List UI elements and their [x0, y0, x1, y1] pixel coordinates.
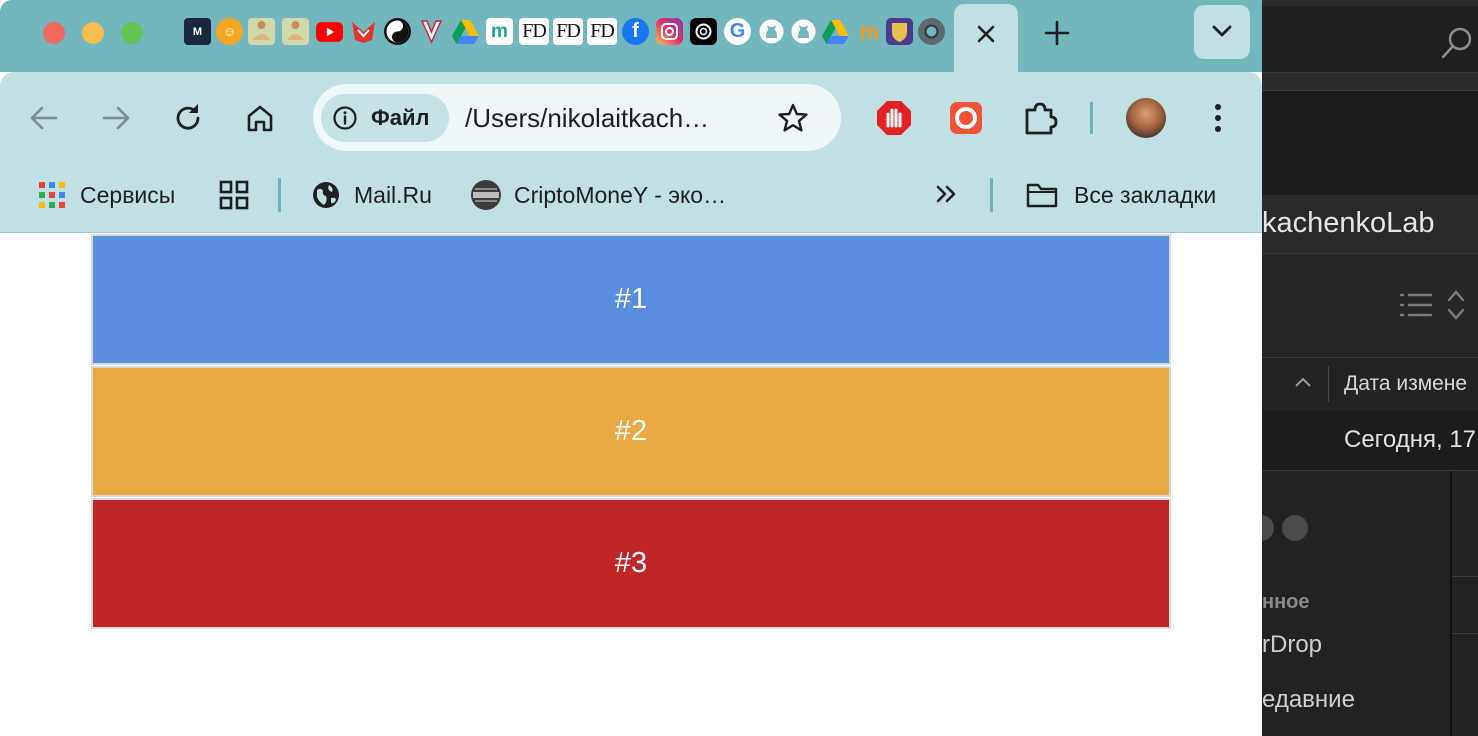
mc-icon[interactable]: m: [856, 18, 883, 45]
sidebar-item-airdrop[interactable]: rDrop: [1262, 631, 1322, 659]
openai-icon[interactable]: [690, 18, 717, 45]
extension-orange-icon[interactable]: [946, 98, 986, 138]
globe-icon: [313, 182, 339, 208]
yin-yang-icon[interactable]: [384, 18, 411, 45]
google-drive-icon[interactable]: [822, 18, 849, 45]
fd-tab-icon[interactable]: FD: [587, 18, 617, 45]
address-bar[interactable]: Файл /Users/nikolaitkach…: [313, 84, 841, 151]
all-bookmarks-label: Все закладки: [1074, 181, 1217, 208]
meditation-icon[interactable]: [248, 18, 275, 45]
file-date: Сегодня, 17: [1344, 426, 1477, 453]
bookmark-star-icon[interactable]: [777, 102, 809, 134]
plus-icon[interactable]: [1042, 18, 1072, 48]
browser-toolbar: Файл /Users/nikolaitkach…: [0, 72, 1262, 162]
window-close-button[interactable]: [43, 22, 65, 44]
bookmark-criptomoney[interactable]: CriptoMoneY - эко…: [470, 178, 726, 212]
window-minimize-button[interactable]: [82, 22, 104, 44]
row-line: [1452, 576, 1478, 577]
facebook-icon[interactable]: f: [622, 18, 649, 45]
active-tab[interactable]: [954, 4, 1018, 74]
sidebar-section-title: нное: [1262, 591, 1310, 613]
window-maximize-button[interactable]: [121, 22, 143, 44]
block-label: #2: [614, 415, 648, 447]
pane-divider[interactable]: [1450, 471, 1452, 736]
finder-search-field[interactable]: [1262, 6, 1478, 73]
list-view-icon[interactable]: [1398, 290, 1434, 320]
fox-icon[interactable]: [350, 18, 377, 45]
info-icon: [333, 106, 357, 130]
avatar[interactable]: [1126, 98, 1166, 138]
block-label: #1: [614, 283, 648, 315]
page-content: #1 #2 #3: [0, 233, 1262, 736]
close-icon[interactable]: [974, 22, 998, 46]
home-icon[interactable]: [240, 98, 280, 138]
browser-window: M ☺ m FD FD FD f G m Файл /Users/nikolai…: [0, 0, 1262, 736]
tag-dot: [1262, 515, 1274, 541]
bookmarks-bar: Сервисы Mail.Ru CriptoMoneY - эко… Все з…: [0, 162, 1262, 233]
google-drive-icon[interactable]: [452, 18, 479, 45]
crest-icon[interactable]: [886, 18, 913, 45]
block-1: #1: [91, 234, 1171, 365]
finder-window-title: kachenkoLab: [1262, 195, 1478, 253]
bookmark-label: Сервисы: [80, 181, 176, 208]
column-divider: [1328, 366, 1329, 402]
site-info-chip[interactable]: Файл: [321, 94, 449, 142]
file-row[interactable]: Сегодня, 17: [1262, 410, 1478, 464]
adblock-icon[interactable]: [874, 98, 914, 138]
all-bookmarks-button[interactable]: Все закладки: [1026, 178, 1216, 212]
fd-tab-icon[interactable]: FD: [553, 18, 583, 45]
bookmark-services[interactable]: Сервисы: [38, 178, 175, 212]
tag-dot: [1282, 515, 1308, 541]
fd-tab-icon[interactable]: FD: [519, 18, 549, 45]
back-arrow-icon[interactable]: [24, 98, 64, 138]
mt-app-icon[interactable]: M: [184, 18, 211, 45]
tab-search-button[interactable]: [1194, 5, 1250, 59]
instagram-icon[interactable]: [656, 18, 683, 45]
tab-strip: M ☺ m FD FD FD f G m: [0, 0, 1262, 74]
apps-grid-icon: [39, 182, 65, 208]
reload-icon[interactable]: [168, 98, 208, 138]
chevron-down-icon: [1212, 25, 1232, 37]
github-icon[interactable]: [758, 18, 785, 45]
bookmark-label: Mail.Ru: [354, 181, 432, 208]
folder-icon: [1026, 183, 1058, 208]
block-2: #2: [91, 366, 1171, 497]
date-modified-column[interactable]: Дата измене: [1344, 372, 1467, 396]
crypto-icon: [471, 180, 501, 210]
forward-arrow-icon[interactable]: [96, 98, 136, 138]
coin-icon[interactable]: ☺: [216, 18, 243, 45]
row-line: [1452, 633, 1478, 634]
menu-dots-icon[interactable]: [1198, 98, 1238, 138]
sort-chevrons-icon[interactable]: [1446, 288, 1466, 322]
youtube-icon[interactable]: [316, 18, 343, 45]
finder-sidebar-area: нное rDrop едавние: [1262, 470, 1478, 736]
toolbar-separator: [1090, 102, 1093, 134]
bookmark-qr[interactable]: [219, 178, 249, 212]
google-icon[interactable]: G: [724, 18, 751, 45]
double-chevron-icon[interactable]: [934, 182, 958, 206]
meditation-icon[interactable]: [282, 18, 309, 45]
bookmark-label: CriptoMoneY - эко…: [514, 181, 727, 208]
url-text[interactable]: /Users/nikolaitkach…: [465, 103, 709, 134]
v-logo-icon[interactable]: [418, 18, 445, 45]
extensions-puzzle-icon[interactable]: [1020, 98, 1060, 138]
block-label: #3: [614, 547, 648, 579]
sort-up-icon[interactable]: [1294, 376, 1312, 388]
chrome-icon[interactable]: [918, 18, 945, 45]
finder-title-text: kachenkoLab: [1262, 207, 1435, 239]
block-3: #3: [91, 498, 1171, 629]
bookmark-mailru[interactable]: Mail.Ru: [312, 178, 432, 212]
finder-column-header[interactable]: Дата измене: [1262, 357, 1478, 411]
bookmark-separator: [990, 178, 993, 212]
m-app-icon[interactable]: m: [486, 18, 513, 45]
github-icon[interactable]: [790, 18, 817, 45]
finder-window: kachenkoLab Дата измене Сегодня, 17 нное…: [1262, 0, 1478, 736]
bookmark-separator: [278, 178, 281, 212]
qr-grid-icon: [219, 180, 249, 210]
site-chip-label: Файл: [371, 105, 430, 130]
sidebar-item-recents[interactable]: едавние: [1262, 686, 1355, 714]
search-icon[interactable]: [1440, 26, 1474, 60]
